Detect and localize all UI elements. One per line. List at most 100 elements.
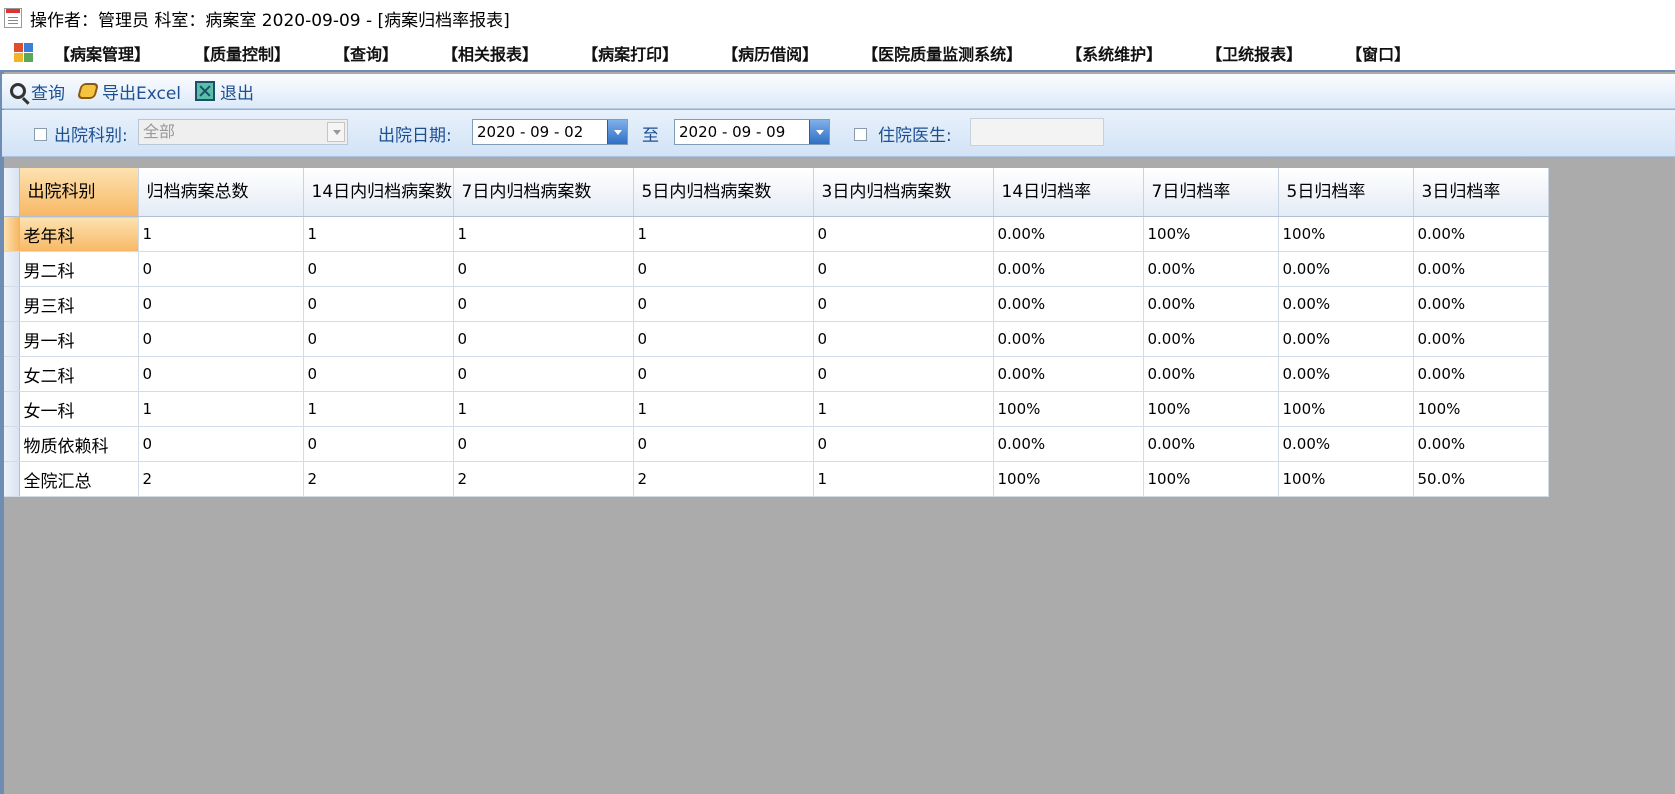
table-cell[interactable]: 0.00% — [1143, 321, 1279, 357]
table-cell[interactable]: 0.00% — [993, 426, 1144, 462]
table-cell[interactable]: 0 — [138, 286, 304, 322]
table-cell[interactable]: 0.00% — [1143, 251, 1279, 287]
table-cell[interactable]: 0 — [453, 356, 634, 392]
dept-cell[interactable]: 全院汇总 — [19, 461, 139, 497]
table-cell[interactable]: 1 — [453, 391, 634, 427]
dept-cell[interactable]: 女一科 — [19, 391, 139, 427]
menu-item-quality-monitoring[interactable]: 【医院质量监测系统】 — [862, 41, 1022, 65]
table-cell[interactable]: 1 — [138, 216, 304, 252]
export-excel-button[interactable]: 导出Excel — [76, 79, 181, 104]
table-row[interactable]: 男二科 0 0 0 0 0 0.00% 0.00% 0.00% 0.00% — [4, 251, 1549, 287]
table-cell[interactable]: 0 — [138, 426, 304, 462]
table-cell[interactable]: 0.00% — [1413, 426, 1549, 462]
table-cell[interactable]: 2 — [138, 461, 304, 497]
table-cell[interactable]: 0 — [453, 426, 634, 462]
table-cell[interactable]: 0 — [453, 286, 634, 322]
column-header[interactable]: 14日归档率 — [993, 168, 1144, 217]
table-cell[interactable]: 0.00% — [1278, 321, 1414, 357]
table-cell[interactable]: 0 — [138, 251, 304, 287]
table-cell[interactable]: 0 — [633, 286, 814, 322]
doctor-filter-checkbox[interactable] — [854, 128, 867, 141]
row-header[interactable] — [4, 391, 20, 427]
table-cell[interactable]: 0 — [813, 251, 994, 287]
menu-item-window[interactable]: 【窗口】 — [1346, 41, 1410, 65]
table-row[interactable]: 女二科 0 0 0 0 0 0.00% 0.00% 0.00% 0.00% — [4, 356, 1549, 392]
row-header[interactable] — [4, 286, 20, 322]
date-to-picker[interactable]: 2020 - 09 - 09 — [674, 119, 830, 145]
table-cell[interactable]: 0.00% — [993, 356, 1144, 392]
table-cell[interactable]: 0 — [633, 426, 814, 462]
table-cell[interactable]: 0.00% — [1413, 356, 1549, 392]
menu-item-quality-control[interactable]: 【质量控制】 — [194, 41, 290, 65]
table-cell[interactable]: 0.00% — [1413, 251, 1549, 287]
column-header[interactable]: 3日内归档病案数 — [813, 168, 994, 217]
table-row[interactable]: 物质依赖科 0 0 0 0 0 0.00% 0.00% 0.00% 0.00% — [4, 426, 1549, 462]
table-cell[interactable]: 0.00% — [993, 286, 1144, 322]
column-header[interactable]: 出院科别 — [19, 168, 139, 217]
table-cell[interactable]: 100% — [1278, 391, 1414, 427]
exit-button[interactable]: 退出 — [195, 79, 254, 104]
table-cell[interactable]: 0 — [303, 426, 454, 462]
menu-item-health-statistics[interactable]: 【卫统报表】 — [1206, 41, 1302, 65]
row-header[interactable] — [4, 251, 20, 287]
table-row[interactable]: 男三科 0 0 0 0 0 0.00% 0.00% 0.00% 0.00% — [4, 286, 1549, 322]
table-cell[interactable]: 0 — [813, 426, 994, 462]
query-button[interactable]: 查询 — [10, 79, 65, 104]
menu-item-case-management[interactable]: 【病案管理】 — [54, 41, 150, 65]
table-cell[interactable]: 100% — [1143, 216, 1279, 252]
table-cell[interactable]: 1 — [633, 216, 814, 252]
table-row[interactable]: 全院汇总 2 2 2 2 1 100% 100% 100% 50.0% — [4, 461, 1549, 497]
column-header[interactable]: 归档病案总数 — [138, 168, 304, 217]
column-header[interactable]: 7日内归档病案数 — [453, 168, 634, 217]
table-cell[interactable]: 0.00% — [1413, 216, 1549, 252]
table-cell[interactable]: 2 — [633, 461, 814, 497]
table-cell[interactable]: 0 — [303, 251, 454, 287]
table-cell[interactable]: 0 — [303, 356, 454, 392]
table-cell[interactable]: 0 — [813, 356, 994, 392]
table-cell[interactable]: 100% — [993, 461, 1144, 497]
calendar-dropdown-icon[interactable] — [809, 120, 829, 144]
column-header[interactable]: 3日归档率 — [1413, 168, 1549, 217]
table-cell[interactable]: 0.00% — [1278, 286, 1414, 322]
dept-select[interactable]: 全部 — [138, 119, 348, 145]
dept-cell[interactable]: 男一科 — [19, 321, 139, 357]
dept-cell[interactable]: 男三科 — [19, 286, 139, 322]
table-cell[interactable]: 0.00% — [1413, 286, 1549, 322]
table-cell[interactable]: 0.00% — [993, 251, 1144, 287]
table-row[interactable]: 女一科 1 1 1 1 1 100% 100% 100% 100% — [4, 391, 1549, 427]
table-cell[interactable]: 0 — [813, 216, 994, 252]
row-header[interactable] — [4, 321, 20, 357]
menu-item-case-print[interactable]: 【病案打印】 — [582, 41, 678, 65]
table-cell[interactable]: 1 — [813, 461, 994, 497]
date-from-picker[interactable]: 2020 - 09 - 02 — [472, 119, 628, 145]
table-cell[interactable]: 50.0% — [1413, 461, 1549, 497]
table-cell[interactable]: 100% — [993, 391, 1144, 427]
row-header[interactable] — [4, 426, 20, 462]
column-header[interactable]: 5日内归档病案数 — [633, 168, 814, 217]
column-header[interactable]: 5日归档率 — [1278, 168, 1414, 217]
dept-cell[interactable]: 物质依赖科 — [19, 426, 139, 462]
table-cell[interactable]: 0 — [138, 356, 304, 392]
table-cell[interactable]: 0.00% — [993, 216, 1144, 252]
dept-cell[interactable]: 男二科 — [19, 251, 139, 287]
table-cell[interactable]: 2 — [303, 461, 454, 497]
menu-item-query[interactable]: 【查询】 — [334, 41, 398, 65]
table-cell[interactable]: 1 — [303, 391, 454, 427]
table-cell[interactable]: 1 — [633, 391, 814, 427]
table-cell[interactable]: 0 — [633, 321, 814, 357]
table-cell[interactable]: 0 — [633, 251, 814, 287]
table-cell[interactable]: 0 — [303, 286, 454, 322]
dept-cell[interactable]: 老年科 — [19, 216, 139, 252]
table-cell[interactable]: 100% — [1413, 391, 1549, 427]
table-row[interactable]: 男一科 0 0 0 0 0 0.00% 0.00% 0.00% 0.00% — [4, 321, 1549, 357]
menu-item-related-reports[interactable]: 【相关报表】 — [442, 41, 538, 65]
menu-item-record-borrow[interactable]: 【病历借阅】 — [722, 41, 818, 65]
column-header[interactable]: 7日归档率 — [1143, 168, 1279, 217]
table-cell[interactable]: 0.00% — [993, 321, 1144, 357]
row-header[interactable] — [4, 461, 20, 497]
dept-cell[interactable]: 女二科 — [19, 356, 139, 392]
table-cell[interactable]: 0.00% — [1413, 321, 1549, 357]
table-cell[interactable]: 1 — [813, 391, 994, 427]
chevron-down-icon[interactable] — [327, 122, 345, 142]
menu-item-system-maintenance[interactable]: 【系统维护】 — [1066, 41, 1162, 65]
